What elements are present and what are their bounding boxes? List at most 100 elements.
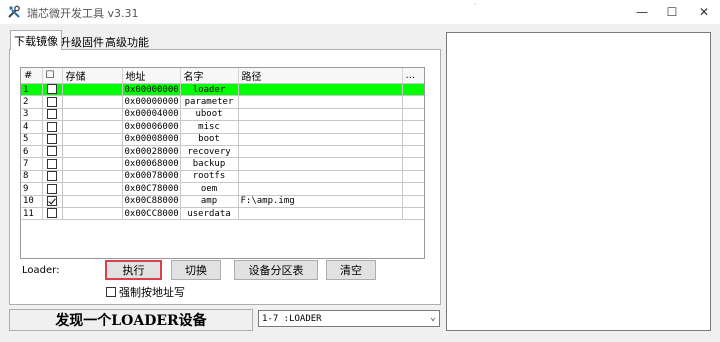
col-address[interactable]: 地址	[122, 68, 181, 84]
cell-path	[238, 133, 403, 146]
switch-button[interactable]: 切换	[171, 260, 221, 280]
cell-address: 0x00008000	[122, 133, 181, 146]
cell-check[interactable]	[42, 120, 63, 134]
cell-check[interactable]	[42, 83, 63, 97]
cell-address: 0x00028000	[122, 145, 181, 159]
cell-browse[interactable]	[402, 133, 424, 146]
cell-storage	[62, 182, 123, 196]
row-checkbox[interactable]	[47, 183, 57, 194]
cell-check[interactable]	[42, 170, 63, 184]
cell-check[interactable]	[42, 195, 63, 208]
cell-address: 0x00004000	[122, 108, 181, 122]
table-row[interactable]: 3 0x00004000 uboot	[21, 108, 424, 122]
partition-table: # ☐ 存储 地址 名字 路径 ... 1 0x00000000 loader 2 0x…	[20, 67, 425, 259]
partition-table-button[interactable]: 设备分区表	[234, 260, 318, 280]
col-check[interactable]: ☐	[42, 68, 63, 84]
checkmark-icon[interactable]	[47, 195, 57, 206]
cell-storage	[62, 207, 123, 221]
tab-advanced[interactable]: 高级功能	[102, 32, 152, 50]
cell-name: loader	[180, 83, 239, 97]
device-select[interactable]: 1-7 :LOADER ⌄	[258, 310, 440, 327]
cell-browse[interactable]	[402, 108, 424, 122]
table-row[interactable]: 4 0x00006000 misc	[21, 120, 424, 134]
cell-browse[interactable]	[402, 120, 424, 134]
cell-browse[interactable]	[402, 83, 424, 97]
chevron-down-icon[interactable]: ⌄	[430, 312, 436, 323]
cell-path: F:\amp.img	[238, 195, 403, 208]
row-checkbox[interactable]	[47, 121, 57, 132]
title-bar: 瑞芯微开发工具 v3.31 · — ☐ ✕	[0, 0, 720, 24]
cell-browse[interactable]	[402, 207, 424, 221]
col-storage[interactable]: 存储	[62, 68, 123, 84]
row-checkbox[interactable]	[47, 158, 57, 169]
table-row[interactable]: 7 0x00068000 backup	[21, 157, 424, 171]
row-checkbox[interactable]	[47, 134, 57, 144]
table-row[interactable]: 1 0x00000000 loader	[21, 83, 424, 97]
row-checkbox[interactable]	[47, 84, 57, 95]
cell-check[interactable]	[42, 108, 63, 122]
table-row[interactable]: 9 0x00C78000 oem	[21, 182, 424, 196]
cell-browse[interactable]	[402, 170, 424, 184]
cell-num: 8	[21, 170, 43, 184]
force-write-option[interactable]: 强制按地址写	[106, 284, 185, 300]
table-row[interactable]: 2 0x00000000 parameter	[21, 95, 424, 109]
row-checkbox[interactable]	[47, 109, 57, 120]
cell-check[interactable]	[42, 157, 63, 171]
cell-num: 11	[21, 207, 43, 221]
col-path[interactable]: 路径	[238, 68, 403, 84]
table-row[interactable]: 5 0x00008000 boot	[21, 133, 424, 146]
col-num[interactable]: #	[21, 68, 43, 84]
col-name[interactable]: 名字	[180, 68, 239, 84]
cell-browse[interactable]	[402, 157, 424, 171]
cell-browse[interactable]	[402, 145, 424, 159]
cell-browse[interactable]	[402, 195, 424, 208]
cell-name: parameter	[180, 95, 239, 109]
cell-path	[238, 207, 403, 221]
row-checkbox[interactable]	[47, 171, 57, 182]
cell-num: 4	[21, 120, 43, 134]
col-browse[interactable]: ...	[402, 68, 424, 84]
cell-address: 0x00006000	[122, 120, 181, 134]
cell-check[interactable]	[42, 133, 63, 146]
tab-upgrade-firmware[interactable]: 升级固件	[57, 32, 107, 50]
close-button[interactable]: ✕	[684, 0, 720, 24]
tab-download-image[interactable]: 下载镜像	[10, 30, 62, 50]
force-write-checkbox[interactable]	[106, 287, 116, 297]
cell-storage	[62, 145, 123, 159]
table-row[interactable]: 6 0x00028000 recovery	[21, 145, 424, 159]
force-write-label: 强制按地址写	[119, 286, 185, 299]
cell-storage	[62, 95, 123, 109]
cell-check[interactable]	[42, 95, 63, 109]
loader-label: Loader:	[22, 265, 60, 276]
cell-num: 9	[21, 182, 43, 196]
cell-check[interactable]	[42, 182, 63, 196]
cell-name: userdata	[180, 207, 239, 221]
clear-button[interactable]: 清空	[326, 260, 376, 280]
cell-storage	[62, 108, 123, 122]
table-row[interactable]: 11 0x00CC8000 userdata	[21, 207, 424, 221]
cell-storage	[62, 157, 123, 171]
cell-check[interactable]	[42, 145, 63, 159]
cell-num: 6	[21, 145, 43, 159]
execute-button[interactable]: 执行	[105, 260, 162, 280]
cell-path	[238, 157, 403, 171]
cell-name: backup	[180, 157, 239, 171]
cell-browse[interactable]	[402, 182, 424, 196]
row-checkbox[interactable]	[47, 208, 57, 219]
table-row[interactable]: 10 0x00C88000 amp F:\amp.img	[21, 195, 424, 208]
cell-path	[238, 83, 403, 97]
cell-check[interactable]	[42, 207, 63, 221]
cell-browse[interactable]	[402, 95, 424, 109]
table-row[interactable]: 8 0x00078000 rootfs	[21, 170, 424, 184]
cell-path	[238, 120, 403, 134]
tools-icon	[8, 5, 20, 18]
cell-address: 0x00CC8000	[122, 207, 181, 221]
row-checkbox[interactable]	[47, 146, 57, 157]
status-message: 发现一个LOADER设备	[9, 309, 253, 331]
cell-address: 0x00C78000	[122, 182, 181, 196]
cell-num: 10	[21, 195, 43, 208]
cell-storage	[62, 133, 123, 146]
row-checkbox[interactable]	[47, 96, 57, 107]
log-panel[interactable]	[446, 32, 711, 331]
cell-num: 1	[21, 83, 43, 97]
